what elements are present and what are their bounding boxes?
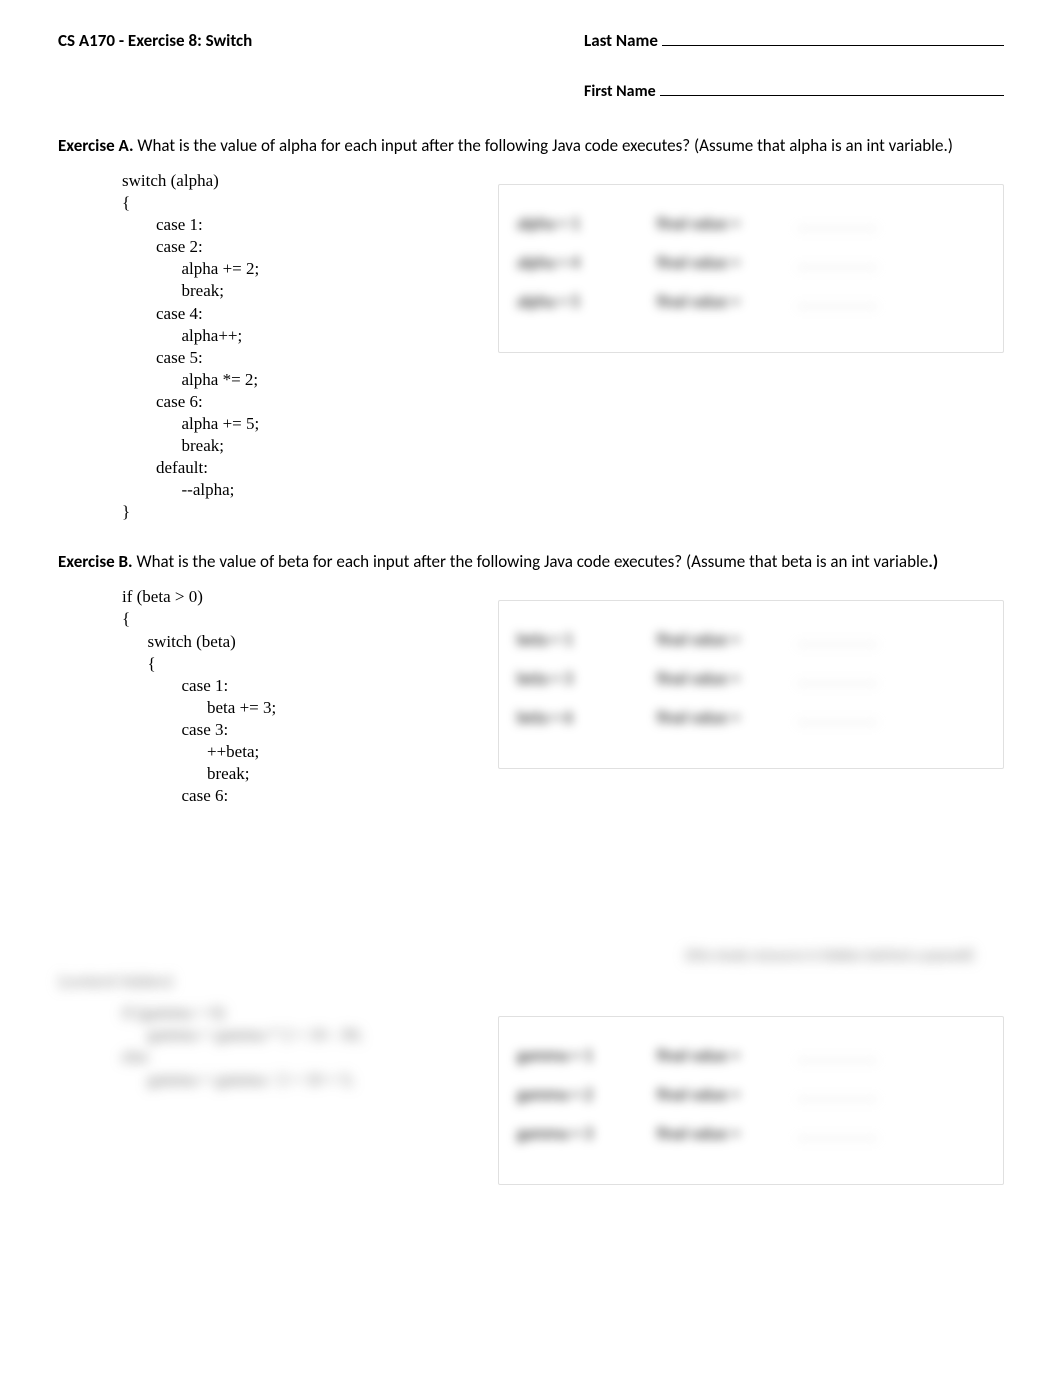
first-name-line: First Name [584, 81, 1004, 101]
answer-input: alpha = 5 [517, 291, 657, 312]
table-row: beta = 6 final value = [517, 707, 985, 728]
answer-blank [797, 708, 877, 723]
first-name-label: First Name [584, 82, 656, 101]
exercise-c-prompt: (content hidden) [58, 971, 1004, 994]
exercise-c-answer-col: gamma = 1 final value = gamma = 2 final … [488, 1002, 1004, 1185]
exercise-c-code: if (gamma > 0) gamma = gamma * 2 + 10 - … [122, 1002, 488, 1090]
exercise-a-answer-box: alpha = 1 final value = alpha = 4 final … [498, 184, 1004, 353]
exercise-a-code: switch (alpha) { case 1: case 2: alpha +… [122, 170, 488, 524]
last-name-line: Last Name [584, 30, 1004, 51]
answer-blank [797, 292, 877, 307]
blurred-hint-row: (this study resource is hidden behind a … [58, 947, 1004, 965]
exercise-a-code-col: switch (alpha) { case 1: case 2: alpha +… [58, 170, 488, 524]
exercise-a-label: Exercise A. [58, 135, 134, 156]
exercise-b-text: What is the value of beta for each input… [133, 551, 929, 572]
table-row: beta = 1 final value = [517, 629, 985, 650]
first-name-row: First Name [58, 81, 1004, 107]
header-right: Last Name [584, 30, 1004, 57]
answer-input: beta = 3 [517, 668, 657, 689]
last-name-blank [662, 31, 1004, 46]
answer-input: beta = 6 [517, 707, 657, 728]
answer-input: gamma = 1 [517, 1045, 657, 1066]
answer-output-label: final value = [657, 252, 797, 273]
answer-input: alpha = 4 [517, 252, 657, 273]
course-title: CS A170 - Exercise 8: Switch [58, 30, 252, 51]
exercise-b-code-col: if (beta > 0) { switch (beta) { case 1: … [58, 586, 488, 807]
exercise-a-answer-col: alpha = 1 final value = alpha = 4 final … [488, 170, 1004, 353]
exercise-c-answer-box: gamma = 1 final value = gamma = 2 final … [498, 1016, 1004, 1185]
answer-blank [797, 1046, 877, 1061]
exercise-a-prompt: Exercise A. What is the value of alpha f… [58, 135, 1004, 158]
exercise-b-body: if (beta > 0) { switch (beta) { case 1: … [58, 586, 1004, 807]
exercise-c-body: if (gamma > 0) gamma = gamma * 2 + 10 - … [58, 1002, 1004, 1185]
exercise-c-blurred: (this study resource is hidden behind a … [58, 947, 1004, 1185]
table-row: alpha = 5 final value = [517, 291, 985, 312]
answer-blank [797, 1085, 877, 1100]
document-page: CS A170 - Exercise 8: Switch Last Name F… [0, 0, 1062, 1377]
table-row: alpha = 1 final value = [517, 213, 985, 234]
table-row: gamma = 3 final value = [517, 1123, 985, 1144]
answer-input: beta = 1 [517, 629, 657, 650]
answer-output-label: final value = [657, 1045, 797, 1066]
exercise-b-suffix: .) [928, 551, 938, 572]
answer-blank [797, 214, 877, 229]
answer-blank [797, 1124, 877, 1139]
answer-blank [797, 253, 877, 268]
first-name-blank [660, 81, 1004, 96]
answer-output-label: final value = [657, 707, 797, 728]
answer-input: alpha = 1 [517, 213, 657, 234]
answer-output-label: final value = [657, 1123, 797, 1144]
exercise-b-answer-col: beta = 1 final value = beta = 3 final va… [488, 586, 1004, 769]
answer-output-label: final value = [657, 1084, 797, 1105]
exercise-b-answer-box: beta = 1 final value = beta = 3 final va… [498, 600, 1004, 769]
answer-input: gamma = 3 [517, 1123, 657, 1144]
exercise-b-code: if (beta > 0) { switch (beta) { case 1: … [122, 586, 488, 807]
blurred-hint: (this study resource is hidden behind a … [554, 947, 1004, 965]
answer-output-label: final value = [657, 668, 797, 689]
answer-input: gamma = 2 [517, 1084, 657, 1105]
table-row: beta = 3 final value = [517, 668, 985, 689]
answer-output-label: final value = [657, 291, 797, 312]
answer-blank [797, 669, 877, 684]
answer-blank [797, 630, 877, 645]
answer-output-label: final value = [657, 629, 797, 650]
exercise-a-body: switch (alpha) { case 1: case 2: alpha +… [58, 170, 1004, 524]
table-row: gamma = 2 final value = [517, 1084, 985, 1105]
table-row: gamma = 1 final value = [517, 1045, 985, 1066]
last-name-label: Last Name [584, 30, 658, 51]
answer-output-label: final value = [657, 213, 797, 234]
exercise-c-code-col: if (gamma > 0) gamma = gamma * 2 + 10 - … [58, 1002, 488, 1090]
header-row: CS A170 - Exercise 8: Switch Last Name [58, 30, 1004, 57]
exercise-b-label: Exercise B. [58, 551, 133, 572]
exercise-b-prompt: Exercise B. What is the value of beta fo… [58, 551, 1004, 574]
table-row: alpha = 4 final value = [517, 252, 985, 273]
exercise-a-text: What is the value of alpha for each inpu… [134, 135, 953, 156]
